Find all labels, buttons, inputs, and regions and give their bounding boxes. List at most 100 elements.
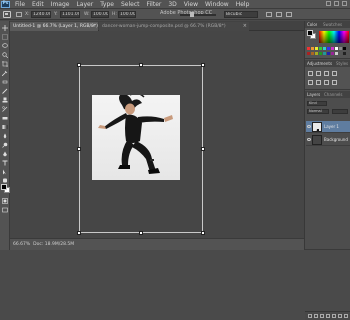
- marquee-tool-icon[interactable]: [2, 34, 8, 40]
- swatch[interactable]: [343, 52, 346, 55]
- visibility-eye-icon[interactable]: [307, 125, 311, 128]
- swatch[interactable]: [327, 52, 330, 55]
- eraser-tool-icon[interactable]: [2, 115, 8, 121]
- menu-3d[interactable]: 3D: [168, 0, 176, 9]
- height-field[interactable]: 100.00%: [118, 11, 136, 18]
- healing-brush-tool-icon[interactable]: [2, 79, 8, 85]
- cancel-transform-icon[interactable]: [276, 12, 282, 17]
- swatch[interactable]: [331, 47, 334, 50]
- screen-mode-icon[interactable]: [2, 207, 8, 213]
- move-tool-preset-icon[interactable]: [3, 11, 11, 18]
- warp-mode-icon[interactable]: [266, 12, 272, 17]
- width-field[interactable]: 100.00%: [91, 11, 109, 18]
- transform-handle-bottom-right[interactable]: [201, 231, 205, 235]
- menu-file[interactable]: File: [15, 0, 25, 9]
- interpolation-select[interactable]: Bicubic: [224, 11, 258, 18]
- trash-icon[interactable]: [344, 314, 348, 318]
- brightness-adjustment-icon[interactable]: [308, 71, 313, 76]
- menu-type[interactable]: Type: [100, 0, 114, 9]
- swatch[interactable]: [331, 52, 334, 55]
- zoom-level[interactable]: 66.67%: [13, 242, 30, 247]
- gradient-tool-icon[interactable]: [2, 124, 8, 130]
- new-group-icon[interactable]: [332, 314, 336, 318]
- foreground-background-colors[interactable]: [1, 184, 10, 193]
- transform-handle-top-right[interactable]: [201, 63, 205, 67]
- transform-handle-top-left[interactable]: [77, 63, 81, 67]
- transform-handle-left[interactable]: [77, 147, 81, 151]
- exposure-adjustment-icon[interactable]: [332, 71, 337, 76]
- hand-tool-icon[interactable]: [2, 177, 8, 183]
- tab-channels[interactable]: Channels: [322, 91, 343, 98]
- swatch[interactable]: [327, 47, 330, 50]
- menu-edit[interactable]: Edit: [32, 0, 44, 9]
- swatch[interactable]: [335, 47, 338, 50]
- swatch[interactable]: [339, 47, 342, 50]
- photo-filter-adjustment-icon[interactable]: [332, 80, 337, 85]
- foreground-color-swatch[interactable]: [1, 184, 7, 190]
- swatch[interactable]: [311, 52, 314, 55]
- tab-close-icon[interactable]: ×: [243, 22, 247, 31]
- menu-layer[interactable]: Layer: [76, 0, 93, 9]
- layer-kind-filter[interactable]: Kind: [307, 101, 327, 106]
- new-layer-icon[interactable]: [338, 314, 342, 318]
- close-button[interactable]: [342, 1, 347, 6]
- options-slider[interactable]: [180, 14, 216, 16]
- transform-handle-bottom-left[interactable]: [77, 231, 81, 235]
- y-field[interactable]: 1101.00 px: [60, 11, 80, 18]
- menu-window[interactable]: Window: [205, 0, 229, 9]
- commit-transform-icon[interactable]: [286, 12, 292, 17]
- tab-swatches[interactable]: Swatches: [321, 21, 342, 28]
- maximize-button[interactable]: [334, 1, 339, 6]
- swatch[interactable]: [339, 52, 342, 55]
- move-tool-icon[interactable]: [2, 25, 8, 31]
- link-layers-icon[interactable]: [308, 314, 312, 318]
- reference-point-icon[interactable]: [16, 12, 22, 17]
- add-mask-icon[interactable]: [320, 314, 324, 318]
- tab-color[interactable]: Color: [305, 21, 317, 28]
- adjustment-layer-icon[interactable]: [326, 314, 330, 318]
- quick-select-tool-icon[interactable]: [2, 52, 8, 58]
- swatch[interactable]: [323, 47, 326, 50]
- tab-styles[interactable]: Styles: [334, 60, 348, 67]
- levels-adjustment-icon[interactable]: [316, 71, 321, 76]
- hue-saturation-adjustment-icon[interactable]: [308, 80, 313, 85]
- color-balance-adjustment-icon[interactable]: [316, 80, 321, 85]
- swatch[interactable]: [307, 47, 310, 50]
- swatch[interactable]: [311, 47, 314, 50]
- menu-image[interactable]: Image: [51, 0, 70, 9]
- panel-foreground-color[interactable]: [307, 30, 313, 36]
- canvas-area[interactable]: [10, 31, 304, 238]
- quick-mask-icon[interactable]: [2, 198, 8, 204]
- type-tool-icon[interactable]: [2, 160, 8, 166]
- tab-composite-doc[interactable]: dancer-woman-jump-composite.psd @ 66.7% …: [99, 22, 249, 31]
- tab-close-icon[interactable]: ×: [92, 22, 96, 31]
- transform-handle-bottom[interactable]: [139, 231, 143, 235]
- eyedropper-tool-icon[interactable]: [2, 70, 8, 76]
- swatch[interactable]: [319, 47, 322, 50]
- curves-adjustment-icon[interactable]: [324, 71, 329, 76]
- brush-tool-icon[interactable]: [2, 88, 8, 94]
- pen-tool-icon[interactable]: [2, 151, 8, 157]
- minimize-button[interactable]: [326, 1, 331, 6]
- swatch[interactable]: [315, 47, 318, 50]
- tab-layers[interactable]: Layers: [305, 91, 320, 98]
- lasso-tool-icon[interactable]: [2, 43, 8, 49]
- transform-handle-right[interactable]: [201, 147, 205, 151]
- layer-style-icon[interactable]: [314, 314, 318, 318]
- crop-tool-icon[interactable]: [2, 61, 8, 67]
- dancer-photo-layer[interactable]: [92, 95, 180, 180]
- menu-filter[interactable]: Filter: [147, 0, 162, 9]
- swatch[interactable]: [335, 52, 338, 55]
- options-slider-knob[interactable]: [190, 12, 194, 17]
- color-spectrum[interactable]: [319, 31, 349, 43]
- blend-mode-select[interactable]: Normal: [307, 109, 329, 114]
- menu-view[interactable]: View: [184, 0, 198, 9]
- visibility-eye-icon[interactable]: [307, 138, 311, 141]
- opacity-field[interactable]: [332, 109, 348, 114]
- blur-tool-icon[interactable]: [2, 133, 8, 139]
- x-field[interactable]: 1240.00 px: [31, 11, 51, 18]
- swatch[interactable]: [307, 52, 310, 55]
- tab-adjustments[interactable]: Adjustments: [305, 60, 332, 67]
- swatch[interactable]: [319, 52, 322, 55]
- menu-help[interactable]: Help: [236, 0, 250, 9]
